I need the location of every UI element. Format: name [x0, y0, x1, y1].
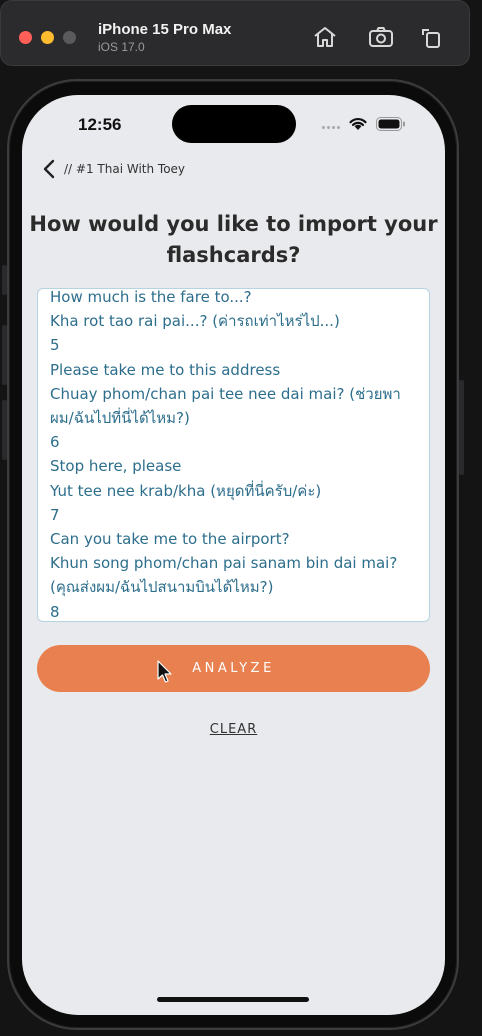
mouse-cursor-icon	[157, 660, 172, 683]
phone-screen: 12:56 // #1 Thai With Toey How would you…	[22, 95, 445, 1015]
home-indicator[interactable]	[157, 997, 309, 1002]
volume-up-button[interactable]	[2, 325, 7, 385]
dynamic-island	[172, 105, 296, 143]
wifi-icon	[349, 118, 367, 130]
battery-icon	[376, 117, 405, 131]
nav-title: // #1 Thai With Toey	[64, 162, 186, 176]
clear-link-label[interactable]: CLEAR	[210, 722, 257, 737]
screenshot-icon[interactable]	[368, 25, 394, 49]
analyze-button[interactable]: ANALYZE	[37, 645, 430, 692]
page-title: How would you like to import your flashc…	[29, 212, 438, 267]
os-version: iOS 17.0	[98, 40, 145, 54]
side-button[interactable]	[459, 380, 464, 475]
clear-link[interactable]: CLEAR	[22, 718, 445, 737]
import-text-content[interactable]: How much is the fare to...? Kha rot tao …	[50, 289, 421, 621]
signal-dots-icon	[322, 126, 340, 129]
volume-down-button[interactable]	[2, 400, 7, 460]
device-name: iPhone 15 Pro Max	[98, 21, 232, 38]
minimize-window-button[interactable]	[41, 31, 54, 44]
close-window-button[interactable]	[19, 31, 32, 44]
home-icon[interactable]	[312, 25, 338, 49]
simulator-toolbar: iPhone 15 Pro Max iOS 17.0	[0, 0, 470, 66]
action-button[interactable]	[2, 265, 7, 295]
import-text-area[interactable]: How much is the fare to...? Kha rot tao …	[37, 288, 430, 622]
status-time: 12:56	[78, 115, 122, 134]
chevron-left-icon[interactable]	[42, 159, 56, 179]
analyze-button-label: ANALYZE	[192, 661, 275, 676]
zoom-window-button[interactable]	[63, 31, 76, 44]
rotate-icon[interactable]	[419, 25, 445, 49]
